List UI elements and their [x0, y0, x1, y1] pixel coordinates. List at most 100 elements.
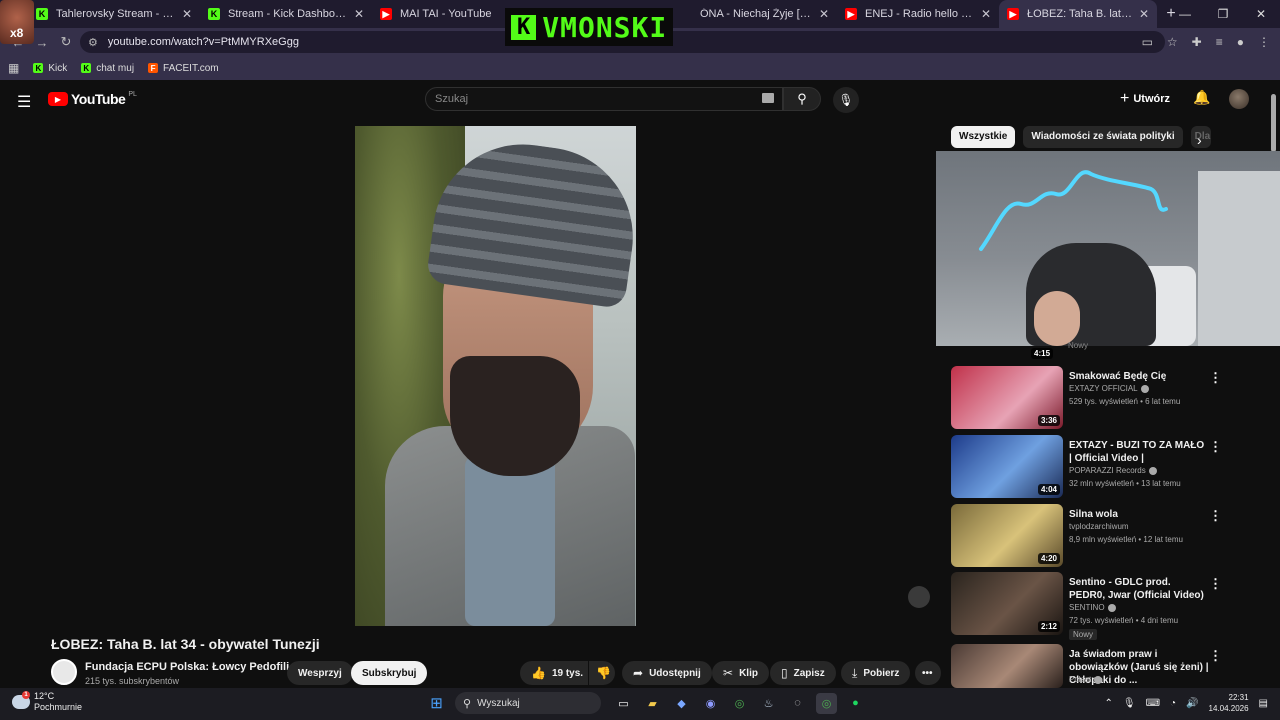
app-icon[interactable]: ◆ [671, 693, 692, 714]
rec-channel[interactable]: POPARAZZI Records [1069, 466, 1157, 475]
wifi-icon[interactable]: ◔ [1170, 698, 1176, 709]
restore-icon[interactable]: ❐ [1204, 0, 1242, 28]
video-player[interactable] [355, 126, 636, 626]
video-thumbnail[interactable]: 4:20 [951, 504, 1063, 567]
toolbar-icons: ▭ ☆ ✚ ≡ ● ⋮ [1142, 28, 1270, 56]
more-vert-icon[interactable]: ⋮ [1209, 370, 1222, 386]
chevron-up-icon[interactable]: ⌃ [1104, 698, 1112, 709]
app-icon[interactable]: ◌ [787, 693, 808, 714]
close-icon[interactable]: ✕ [1139, 7, 1149, 21]
tab-title: ÓNA - Niechaj Żyje [Pozbawion [700, 8, 813, 20]
steam-icon[interactable]: ♨ [758, 693, 779, 714]
bookmark-kick[interactable]: K Kick [33, 63, 67, 74]
clock[interactable]: 22:31 14.04.2026 [1209, 692, 1249, 714]
youtube-icon: ▶ [380, 8, 392, 20]
task-view-icon[interactable]: ▭ [613, 693, 634, 714]
share-button[interactable]: ➦ Udostępnij [622, 661, 712, 685]
tab-title: Stream - Kick Dashboard [228, 8, 348, 20]
rec-channel[interactable]: Polsat [1069, 675, 1103, 684]
rec-title[interactable]: Sentino - GDLC prod. PEDR0, Jwar (Offici… [1069, 576, 1209, 602]
close-icon[interactable]: ✕ [182, 7, 192, 21]
support-label: Wesprzyj [298, 667, 342, 679]
tab-enej[interactable]: ▶ ENEJ - Radio hello - impreza na ✕ [837, 0, 999, 28]
dislike-button[interactable]: 👎 [589, 661, 615, 685]
more-vert-icon[interactable]: ⋮ [1209, 439, 1222, 455]
rec-title[interactable]: Silna wola [1069, 508, 1209, 521]
video-thumbnail[interactable]: 3:36 [951, 366, 1063, 429]
more-vert-icon[interactable]: ⋮ [1209, 576, 1222, 592]
hamburger-menu-icon[interactable]: ☰ [17, 92, 31, 112]
more-vert-icon[interactable]: ⋮ [1209, 508, 1222, 524]
page-scrollbar[interactable] [1271, 94, 1276, 152]
chrome-icon[interactable]: ◎ [729, 693, 750, 714]
bookmark-chat-muj[interactable]: K chat muj [81, 63, 134, 74]
search-button[interactable]: ⚲ [783, 87, 821, 111]
tab-kick-dashboard[interactable]: K Stream - Kick Dashboard ✕ [200, 0, 372, 28]
chevron-right-icon[interactable]: › [1197, 132, 1202, 148]
streamer-badge-text: x8 [10, 26, 24, 40]
spotify-icon[interactable]: ● [845, 693, 866, 714]
apps-grid-icon[interactable]: ▦ [8, 61, 19, 75]
tab-lobez-active[interactable]: ▶ ŁOBEZ: Taha B. lat 34 - obywate ✕ [999, 0, 1157, 28]
chip-all[interactable]: Wszystkie [951, 126, 1016, 148]
save-button[interactable]: ▯ Zapisz [770, 661, 836, 685]
video-thumbnail[interactable] [951, 644, 1063, 688]
bookmark-faceit[interactable]: F FACEIT.com [148, 63, 219, 74]
notification-icon[interactable]: ▤ [1259, 698, 1268, 709]
language-icon[interactable]: ⌨ [1146, 698, 1160, 709]
like-button[interactable]: 👍 19 tys. [520, 661, 588, 685]
volume-icon[interactable]: 🔊 [1186, 698, 1198, 709]
close-icon[interactable]: ✕ [981, 7, 991, 21]
video-thumbnail[interactable]: 2:12 [951, 572, 1063, 635]
minimize-icon[interactable]: — [1166, 0, 1204, 28]
file-explorer-icon[interactable]: ▰ [642, 693, 663, 714]
tab-title: ENEJ - Radio hello - impreza na [865, 8, 975, 20]
tab-niechaj-zyje[interactable]: ÓNA - Niechaj Żyje [Pozbawion ✕ [692, 0, 837, 28]
rec-channel[interactable]: tvplodzarchiwum [1069, 522, 1129, 531]
reload-icon[interactable]: ↻ [54, 34, 78, 50]
support-button[interactable]: Wesprzyj [287, 661, 353, 685]
close-icon[interactable]: ✕ [354, 7, 364, 21]
extensions-icon[interactable]: ✚ [1192, 35, 1202, 49]
rec-title[interactable]: EXTAZY - BUZI TO ZA MAŁO | Official Vide… [1069, 439, 1209, 465]
url-text: youtube.com/watch?v=PtMMYRXeGgg [107, 36, 299, 48]
cast-icon[interactable]: ▭ [1142, 35, 1153, 49]
rec-channel[interactable]: SENTINO [1069, 603, 1116, 612]
chip-politics[interactable]: Wiadomości ze świata polityki [1023, 126, 1183, 148]
search-input[interactable]: Szukaj [425, 87, 783, 111]
chrome-active-icon[interactable]: ◎ [816, 692, 837, 714]
site-info-icon[interactable]: ⚙ [88, 36, 98, 49]
channel-avatar[interactable] [51, 659, 77, 685]
taskbar-search[interactable]: ⚲ Wyszukaj [455, 692, 601, 714]
reading-list-icon[interactable]: ≡ [1216, 35, 1223, 49]
close-icon[interactable]: ✕ [819, 7, 829, 21]
rec-channel[interactable]: EXTAZY OFFICIAL [1069, 384, 1149, 393]
subscribe-button[interactable]: Subskrybuj [351, 661, 428, 685]
more-actions-button[interactable]: ••• [915, 661, 941, 685]
video-thumbnail[interactable]: 4:04 [951, 435, 1063, 498]
create-button[interactable]: + Utwórz [1120, 90, 1170, 108]
tab-tahlerovsky[interactable]: K Tahlerovsky Stream - Watch Live ✕ [28, 0, 200, 28]
account-avatar[interactable] [1229, 89, 1249, 109]
bookmark-star-icon[interactable]: ☆ [1167, 35, 1178, 49]
windows-start-icon[interactable]: ⊞ [426, 693, 447, 714]
notifications-bell-icon[interactable]: 🔔 [1193, 89, 1210, 106]
close-window-icon[interactable]: ✕ [1242, 0, 1280, 28]
youtube-icon: ▶ [1007, 8, 1019, 20]
clip-button[interactable]: ✂ Klip [712, 661, 769, 685]
microphone-icon[interactable]: 🎙 [1123, 698, 1136, 709]
youtube-logo[interactable]: ▶ YouTube PL [48, 91, 137, 107]
rec-title[interactable]: Smakować Będę Cię [1069, 370, 1209, 383]
discord-icon[interactable]: ◉ [700, 693, 721, 714]
profile-icon[interactable]: ● [1237, 35, 1244, 49]
webcam-door [1198, 171, 1280, 346]
channel-name[interactable]: Fundacja ECPU Polska: Łowcy Pedofili [85, 661, 289, 673]
keyboard-icon[interactable] [762, 93, 774, 103]
microphone-icon[interactable]: 🎙 [833, 87, 859, 113]
channel-watermark[interactable] [908, 586, 930, 608]
verified-icon [1107, 603, 1116, 612]
weather-widget[interactable]: 1 12°C Pochmurnie [12, 691, 82, 713]
download-button[interactable]: ⤓ Pobierz [841, 661, 911, 685]
menu-icon[interactable]: ⋮ [1258, 35, 1270, 49]
more-vert-icon[interactable]: ⋮ [1209, 648, 1222, 664]
